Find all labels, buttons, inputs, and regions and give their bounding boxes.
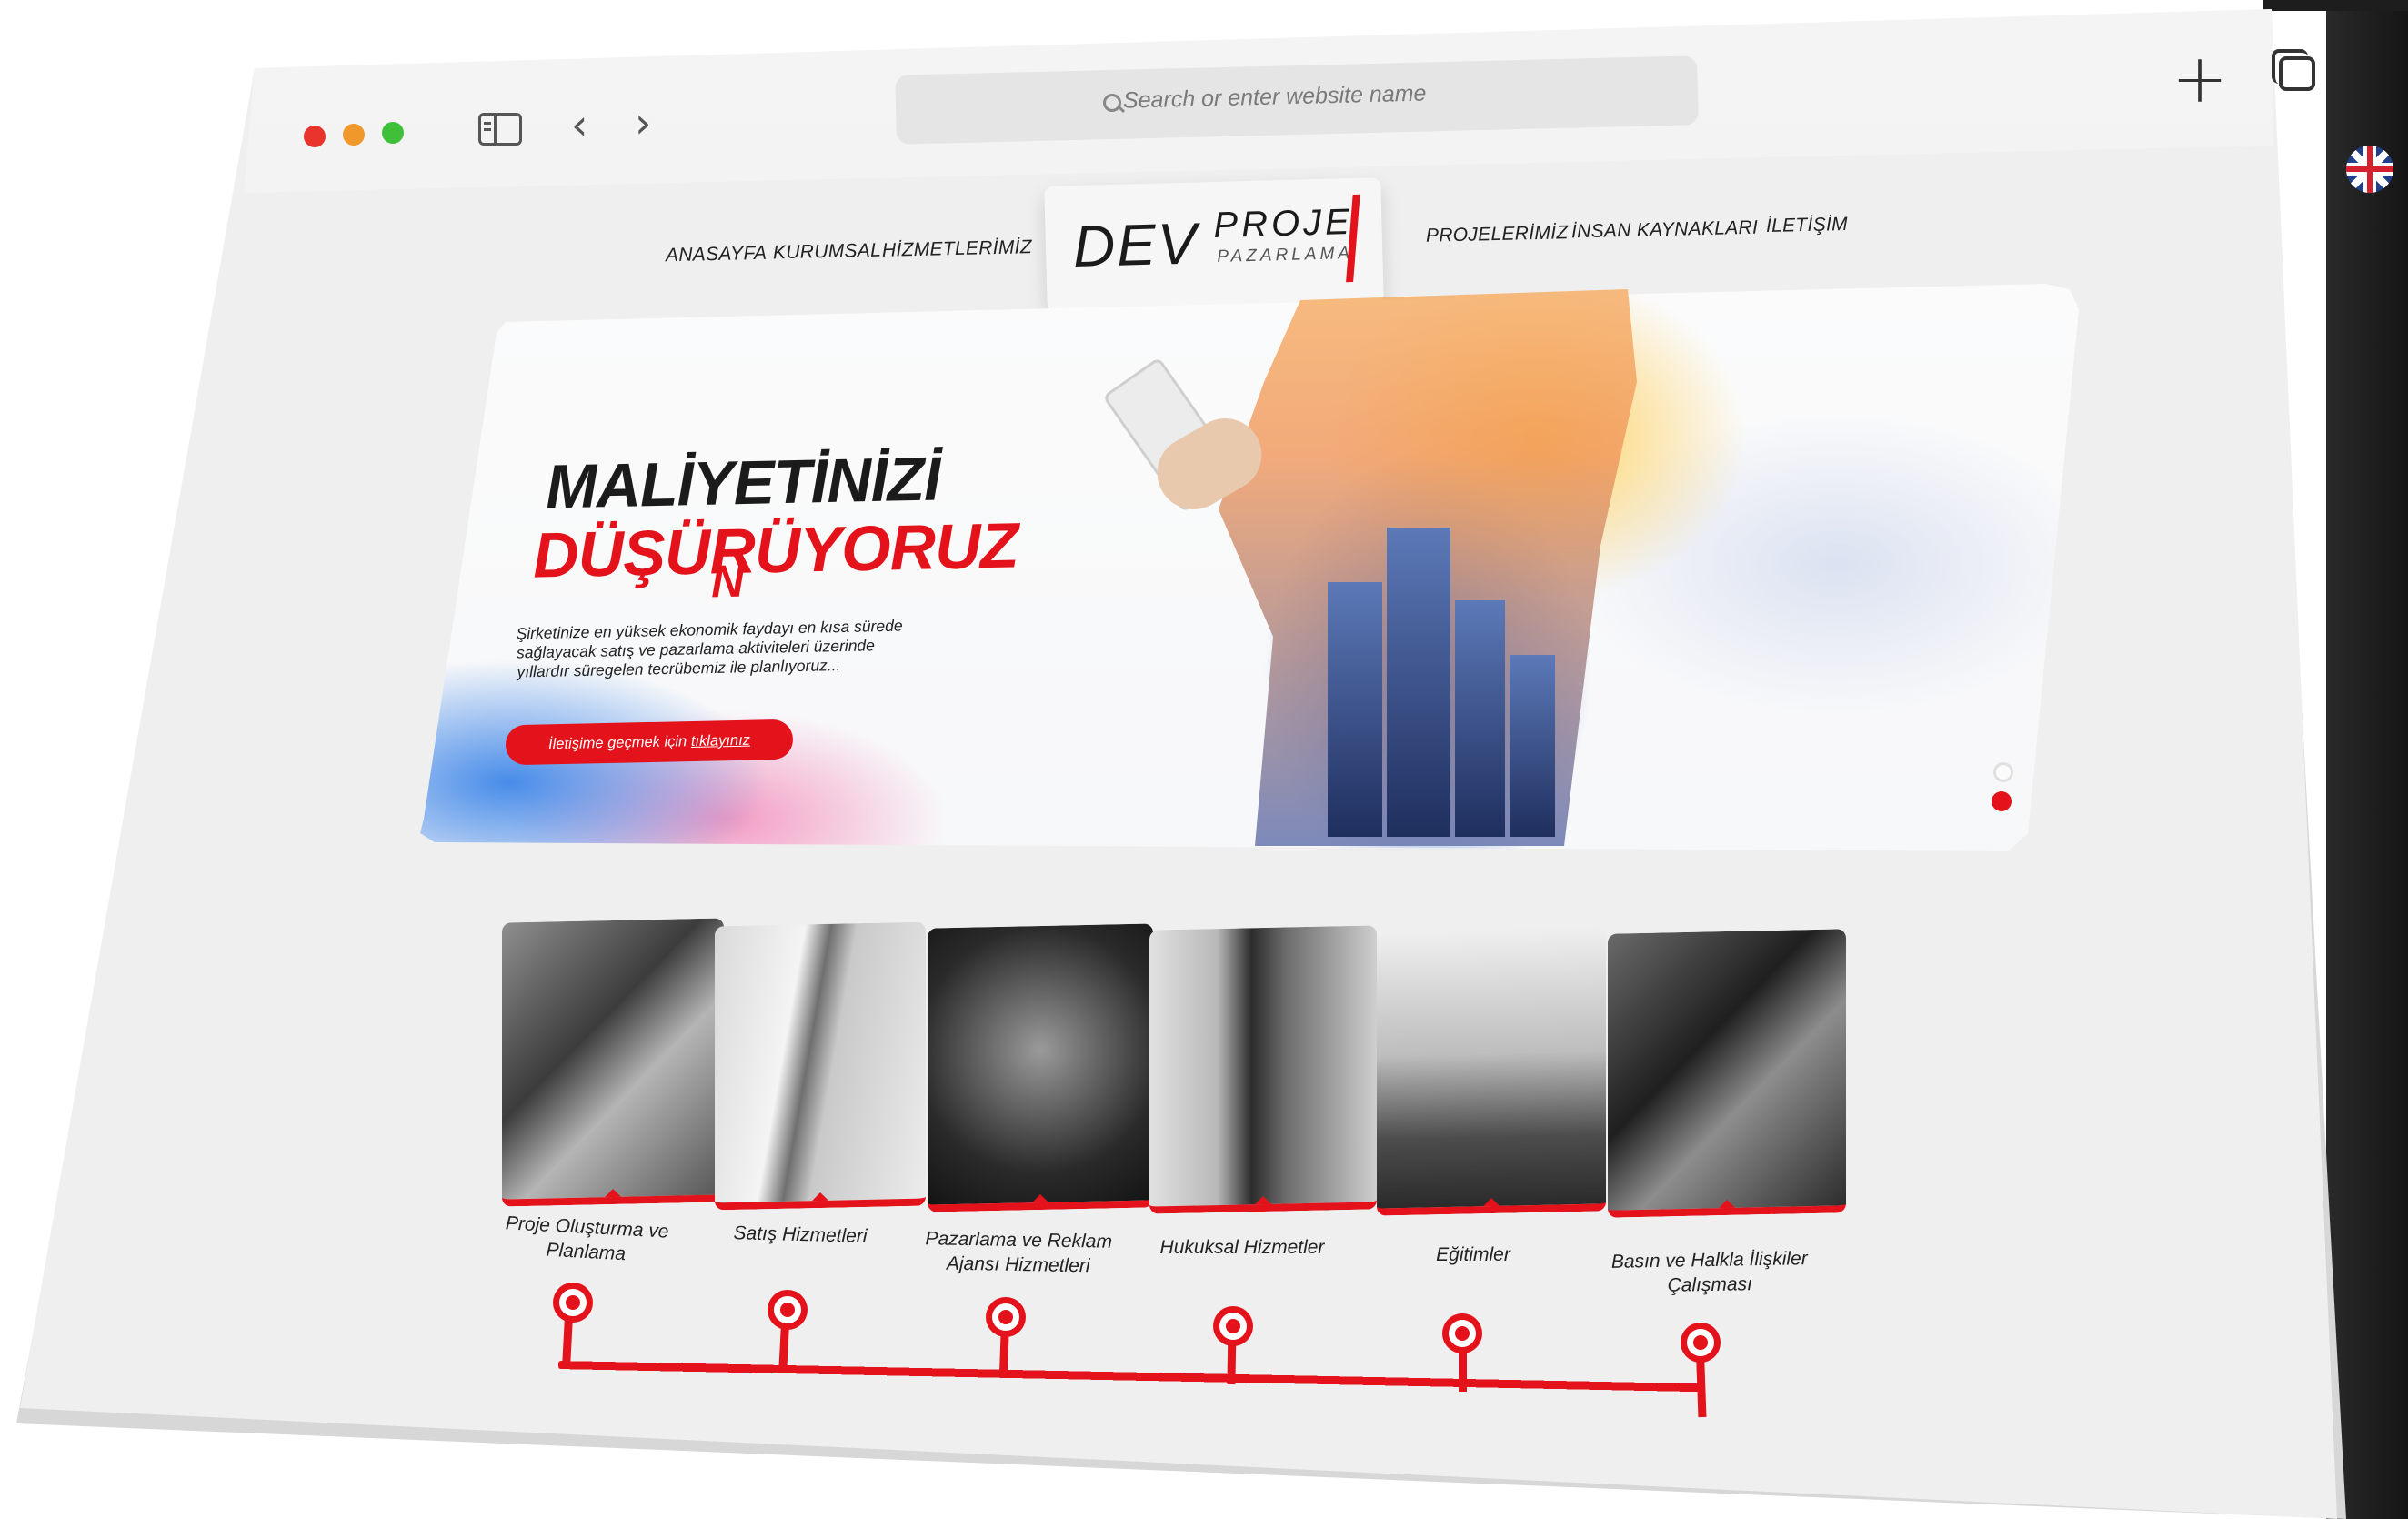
tabs-overview-icon[interactable] — [2272, 49, 2315, 91]
forward-arrow-icon[interactable]: › — [635, 102, 651, 144]
slider-dot-1[interactable] — [1993, 762, 2013, 782]
contact-button[interactable]: İletişime geçmek için tıklayınız — [505, 719, 794, 766]
timeline-node-basin[interactable] — [1681, 1323, 1721, 1363]
service-card-proje[interactable] — [502, 918, 724, 1207]
background-dark-edge — [2326, 0, 2408, 1519]
nav-projelerimiz[interactable]: PROJELERİMİZ — [1426, 222, 1569, 247]
hero-title-line2: DÜŞÜRÜYORUZ — [532, 509, 1019, 591]
contact-button-prefix: İletişime geçmek için — [547, 733, 692, 753]
hero-city-building — [1455, 600, 1505, 837]
timeline-node-pazarlama[interactable] — [986, 1297, 1026, 1337]
uk-flag-icon[interactable] — [2346, 146, 2393, 193]
logo-dev-text: DEV — [1072, 210, 1199, 280]
background-dark-edge-top — [2263, 0, 2408, 11]
nav-insan-kaynaklari[interactable]: İNSAN KAYNAKLARI — [1571, 217, 1759, 244]
new-tab-plus-icon[interactable]: + — [2172, 45, 2228, 113]
hero-city-building — [1510, 655, 1555, 837]
timeline-node-proje[interactable] — [553, 1283, 593, 1323]
timeline-node-egitimler[interactable] — [1442, 1313, 1482, 1353]
logo-pazarlama-text: PAZARLAMA — [1217, 244, 1354, 267]
service-card-basin[interactable] — [1608, 929, 1846, 1218]
service-label-basin[interactable]: Basın ve Halkla İlişkiler Çalışması — [1600, 1246, 1820, 1299]
service-label-pazarlama[interactable]: Pazarlama ve Reklam Ajansı Hizmetleri — [909, 1226, 1129, 1279]
contact-button-link[interactable]: tıklayınız — [691, 732, 750, 749]
service-label-egitimler[interactable]: Eğitimler — [1364, 1242, 1582, 1267]
nav-iletisim[interactable]: İLETİŞİM — [1766, 214, 1848, 237]
hero-title-overlay-letter: N — [710, 555, 745, 608]
close-window-button[interactable] — [304, 126, 326, 147]
nav-kurumsal[interactable]: KURUMSAL — [773, 240, 882, 265]
service-card-satis[interactable] — [715, 921, 926, 1211]
maximize-window-button[interactable] — [382, 122, 404, 144]
address-placeholder: Search or enter website name — [1122, 80, 1427, 114]
timeline-node-satis[interactable] — [768, 1290, 808, 1330]
service-card-egitimler[interactable] — [1377, 927, 1606, 1216]
timeline-node-hukuksal[interactable] — [1213, 1306, 1253, 1346]
slider-dot-2-active[interactable] — [1992, 791, 2012, 811]
service-label-hukuksal[interactable]: Hukuksal Hizmetler — [1133, 1235, 1351, 1260]
nav-hizmetlerimiz[interactable]: HİZMETLERİMİZ — [882, 236, 1032, 262]
service-card-pazarlama[interactable] — [928, 923, 1153, 1212]
nav-anasayfa[interactable]: ANASAYFA — [666, 243, 768, 267]
sidebar-icon[interactable] — [478, 113, 522, 146]
service-card-hukuksal[interactable] — [1149, 925, 1377, 1214]
logo-proje-text: PROJE — [1212, 202, 1354, 246]
hero-title-line1: MALİYETİNİZİ — [545, 444, 941, 522]
hero-city-building — [1387, 528, 1450, 837]
hero-city-building — [1328, 582, 1382, 837]
back-arrow-icon[interactable]: ‹ — [571, 104, 587, 146]
minimize-window-button[interactable] — [343, 124, 365, 146]
site-logo[interactable]: DEV PROJE PAZARLAMA — [1044, 177, 1384, 312]
search-icon — [1102, 93, 1122, 113]
hero-description: Şirketinize en yüksek ekonomik faydayı e… — [516, 616, 903, 681]
